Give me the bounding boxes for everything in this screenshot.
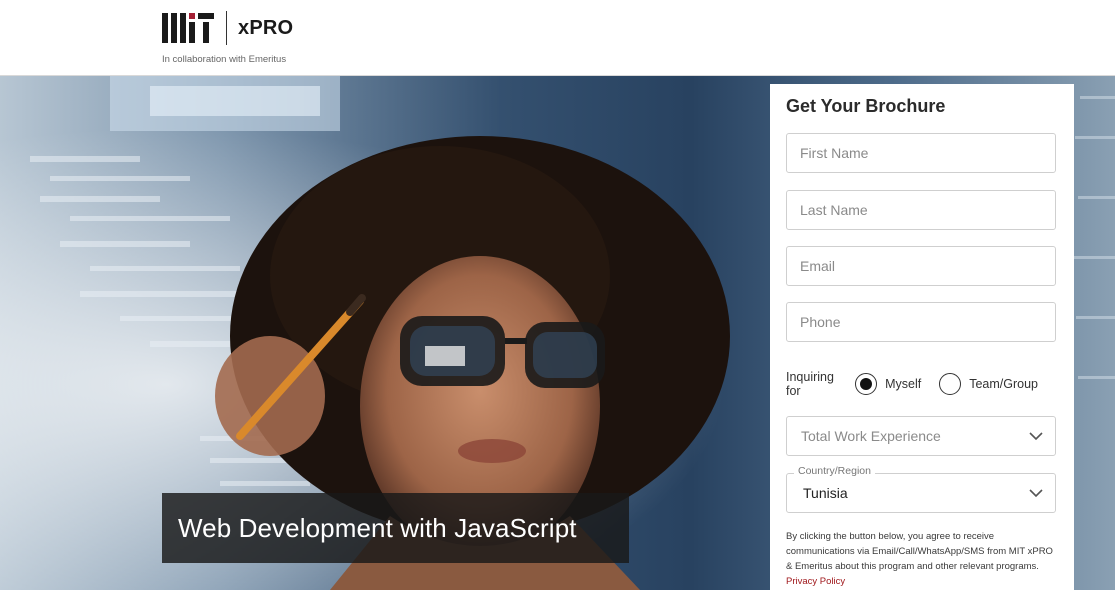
last-name-input[interactable] (786, 190, 1056, 230)
country-region-select[interactable]: Tunisia (786, 473, 1056, 513)
consent-body: By clicking the button below, you agree … (786, 531, 1053, 572)
mit-logo-icon (162, 13, 214, 43)
country-region-label: Country/Region (794, 465, 875, 477)
radio-checked-icon[interactable] (855, 373, 878, 395)
collaboration-note: In collaboration with Emeritus (162, 54, 287, 65)
mit-xpro-logo[interactable]: xPRO (162, 11, 294, 45)
privacy-policy-link[interactable]: Privacy Policy (786, 576, 845, 587)
inquiring-for-group: Inquiring for Myself Team/Group (786, 370, 1056, 398)
radio-team-group[interactable]: Team/Group (939, 373, 1038, 395)
email-input[interactable] (786, 246, 1056, 286)
phone-input[interactable] (786, 302, 1056, 342)
radio-myself[interactable]: Myself (855, 373, 921, 395)
work-experience-placeholder: Total Work Experience (801, 428, 941, 444)
xpro-wordmark: xPRO (238, 16, 294, 39)
form-title: Get Your Brochure (786, 96, 946, 116)
work-experience-select[interactable]: Total Work Experience (786, 416, 1056, 456)
chevron-down-icon (1029, 488, 1043, 497)
country-value: Tunisia (803, 485, 848, 501)
course-title-banner: Web Development with JavaScript (162, 493, 629, 563)
site-header: xPRO In collaboration with Emeritus (0, 0, 1115, 76)
chevron-down-icon (1029, 431, 1043, 440)
radio-unchecked-icon[interactable] (939, 373, 962, 395)
consent-text: By clicking the button below, you agree … (786, 529, 1060, 589)
radio-team-group-label: Team/Group (969, 377, 1038, 391)
first-name-input[interactable] (786, 133, 1056, 173)
course-title: Web Development with JavaScript (178, 512, 577, 543)
brochure-form: Get Your Brochure Inquiring for Myself T… (770, 84, 1074, 590)
radio-myself-label: Myself (885, 377, 922, 391)
logo-divider (226, 11, 227, 45)
inquiring-for-label: Inquiring for (786, 370, 834, 398)
